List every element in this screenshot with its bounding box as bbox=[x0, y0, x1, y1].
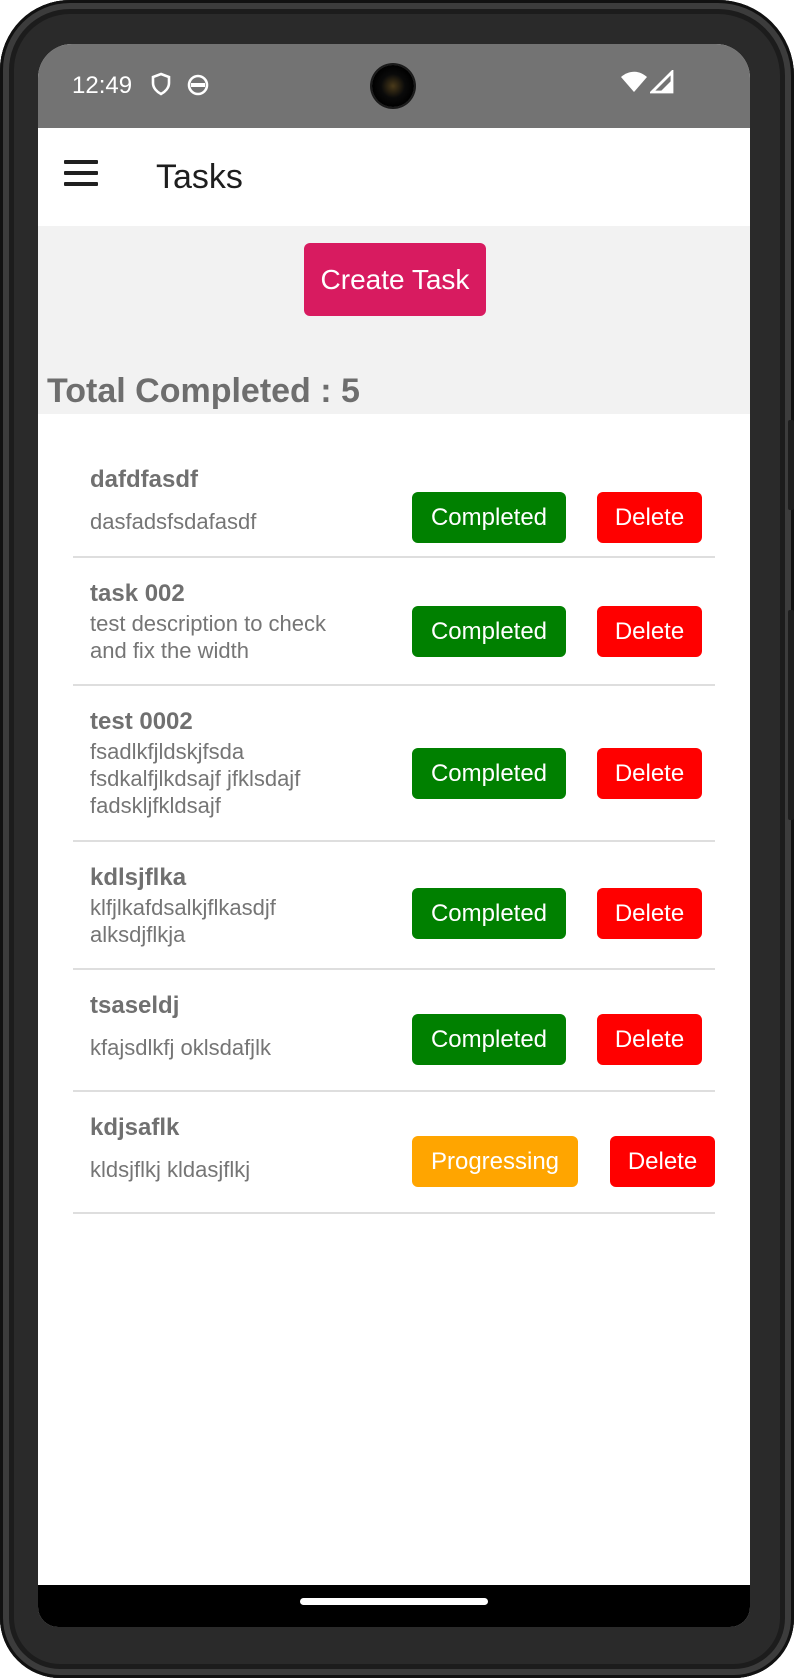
status-bar: 12:49 bbox=[38, 44, 750, 128]
task-title: tsaseldj bbox=[90, 992, 180, 1019]
delete-button[interactable]: Delete bbox=[597, 606, 702, 657]
task-description: dasfadsfsdafasdf bbox=[90, 509, 257, 534]
status-progressing-button[interactable]: Progressing bbox=[412, 1136, 578, 1187]
task-row: task 002 test description to check and f… bbox=[73, 558, 715, 686]
task-header: Create Task Total Completed : 5 bbox=[38, 226, 750, 414]
delete-button[interactable]: Delete bbox=[597, 492, 702, 543]
hamburger-menu-icon[interactable] bbox=[64, 160, 98, 188]
shield-icon bbox=[151, 72, 171, 96]
delete-button[interactable]: Delete bbox=[597, 888, 702, 939]
delete-button[interactable]: Delete bbox=[597, 748, 702, 799]
task-description: kldsjflkj kldasjflkj bbox=[90, 1157, 251, 1182]
power-button bbox=[788, 420, 794, 510]
delete-button[interactable]: Delete bbox=[610, 1136, 715, 1187]
task-title: test 0002 bbox=[90, 708, 193, 735]
task-row: kdjsaflk kldsjflkj kldasjflkj Progressin… bbox=[73, 1092, 715, 1214]
status-completed-button[interactable]: Completed bbox=[412, 748, 566, 799]
task-description: fsadlkfjldskjfsda fsdkalfjlkdsajf jfklsd… bbox=[90, 739, 301, 818]
status-completed-button[interactable]: Completed bbox=[412, 606, 566, 657]
task-row: tsaseldj kfajsdlkfj oklsdafjlk Completed… bbox=[73, 970, 715, 1092]
task-title: kdlsjflka bbox=[90, 864, 187, 891]
task-title: task 002 bbox=[90, 580, 185, 607]
screen: 12:49 Tasks Create Task Total Completed … bbox=[38, 44, 750, 1627]
android-robot-icon bbox=[187, 74, 209, 96]
volume-button bbox=[788, 610, 794, 820]
task-description: test description to check and fix the wi… bbox=[90, 611, 327, 663]
app-bar: Tasks bbox=[38, 128, 750, 226]
status-completed-button[interactable]: Completed bbox=[412, 1014, 566, 1065]
home-gesture-handle[interactable] bbox=[300, 1598, 488, 1605]
task-title: dafdfasdf bbox=[90, 466, 198, 493]
task-row: kdlsjflka klfjlkafdsalkjflkasdjf alksdjf… bbox=[73, 842, 715, 970]
create-task-button[interactable]: Create Task bbox=[304, 243, 486, 316]
task-row: test 0002 fsadlkfjldskjfsda fsdkalfjlkds… bbox=[73, 686, 715, 842]
status-completed-button[interactable]: Completed bbox=[412, 492, 566, 543]
page-title: Tasks bbox=[156, 158, 243, 196]
front-camera bbox=[372, 65, 414, 107]
status-completed-button[interactable]: Completed bbox=[412, 888, 566, 939]
wifi-icon bbox=[621, 71, 647, 92]
delete-button[interactable]: Delete bbox=[597, 1014, 702, 1065]
navigation-bar bbox=[38, 1585, 750, 1627]
phone-frame: 12:49 Tasks Create Task Total Completed … bbox=[0, 0, 794, 1678]
total-completed-label: Total Completed : 5 bbox=[47, 372, 360, 410]
signal-icon bbox=[650, 70, 674, 94]
task-title: kdjsaflk bbox=[90, 1114, 180, 1141]
task-row: dafdfasdf dasfadsfsdafasdf Completed Del… bbox=[73, 444, 715, 558]
task-description: kfajsdlkfj oklsdafjlk bbox=[90, 1035, 271, 1060]
status-time: 12:49 bbox=[72, 72, 133, 99]
task-description: klfjlkafdsalkjflkasdjf alksdjflkja bbox=[90, 895, 276, 947]
